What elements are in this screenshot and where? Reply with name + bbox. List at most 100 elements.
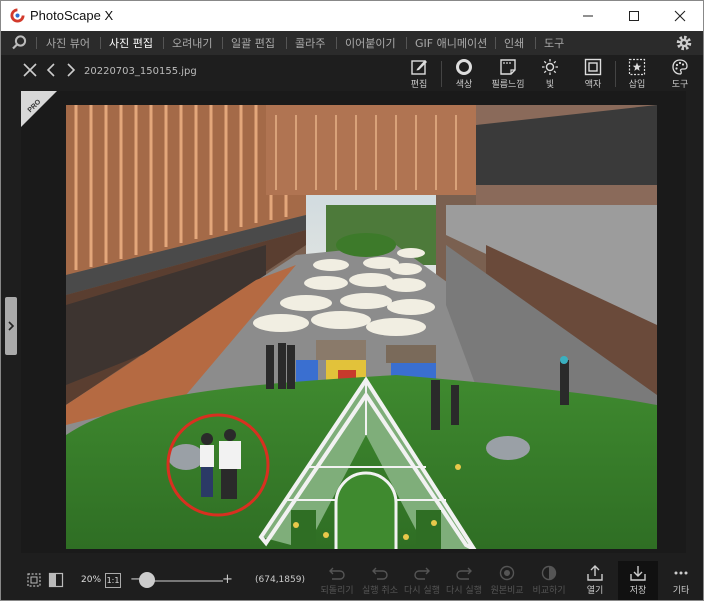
minimize-button[interactable] [565, 1, 611, 31]
menu-photo-editor[interactable]: 사진 편집 [109, 35, 153, 51]
save-label: 저장 [629, 586, 647, 596]
redo-all-icon [456, 567, 472, 580]
zoom-in-button[interactable]: + [222, 572, 233, 587]
tool-film[interactable]: 필름느낌 [488, 57, 528, 91]
circle-icon [456, 59, 472, 75]
tool-light[interactable]: 빛 [530, 57, 570, 91]
chevron-right-icon [8, 321, 15, 331]
tool-label: 편집 [410, 80, 428, 90]
maximize-button[interactable] [611, 1, 657, 31]
download-icon [630, 566, 646, 581]
tool-label: 액자 [584, 80, 602, 90]
undo-button[interactable]: 실행 취소 [360, 565, 400, 596]
actual-size-button[interactable]: 1:1 [105, 573, 121, 588]
compare-original-button[interactable]: 원본비교 [487, 565, 527, 596]
redo-all-button[interactable]: 다시 실행 [444, 565, 484, 596]
toolbar-divider [615, 61, 616, 87]
menu-cut-out[interactable]: 오려내기 [172, 35, 212, 51]
tool-label: 빛 [545, 80, 555, 90]
maximize-icon [629, 11, 639, 21]
frame-icon [584, 58, 602, 76]
film-icon [500, 59, 516, 75]
undo-all-label: 되돌리기 [320, 586, 354, 596]
app-logo-icon [10, 8, 25, 23]
editor-toolbar: 20220703_150155.jpg 편집 색상 필름느낌 빛 액자 삽입 도… [1, 55, 703, 91]
search-icon[interactable] [11, 34, 28, 51]
menu-gif[interactable]: GIF 애니메이션 [415, 35, 487, 51]
menu-divider [222, 37, 223, 49]
file-name: 20220703_150155.jpg [84, 66, 197, 77]
menu-divider [36, 37, 37, 49]
star-frame-icon [628, 58, 646, 76]
pro-badge: PRO [21, 91, 57, 127]
photo-image [66, 105, 657, 549]
menu-combine[interactable]: 이어붙이기 [345, 35, 396, 51]
menu-collage[interactable]: 콜라주 [295, 35, 325, 51]
gear-icon[interactable] [675, 34, 693, 52]
menu-divider [495, 37, 496, 49]
close-button[interactable] [657, 1, 703, 31]
redo-icon [414, 567, 430, 580]
share-icon [587, 565, 603, 581]
side-panel-toggle[interactable] [5, 297, 17, 355]
zoom-slider[interactable] [143, 580, 223, 582]
close-image-icon[interactable] [23, 63, 37, 77]
menu-tools[interactable]: 도구 [544, 35, 564, 51]
cursor-coordinates: (674,1859) [255, 575, 305, 585]
selection-icon[interactable] [26, 572, 42, 588]
tool-label: 삽입 [628, 80, 646, 90]
undo-icon [372, 567, 388, 580]
menu-divider [286, 37, 287, 49]
menu-divider [406, 37, 407, 49]
redo-all-label: 다시 실행 [446, 586, 482, 596]
menu-bar: 사진 뷰어 사진 편집 오려내기 일괄 편집 콜라주 이어붙이기 GIF 애니메… [1, 31, 703, 55]
tool-insert[interactable]: 삽입 [617, 57, 657, 91]
undo-all-button[interactable]: 되돌리기 [317, 565, 357, 596]
open-label: 열기 [586, 586, 604, 596]
tool-edit[interactable]: 편집 [399, 57, 439, 91]
compare-icon [499, 565, 515, 581]
more-button[interactable]: 기타 [661, 565, 701, 596]
menu-print[interactable]: 인쇄 [504, 35, 524, 51]
title-bar: PhotoScape X [1, 1, 703, 31]
redo-label: 다시 실행 [404, 586, 440, 596]
undo-label: 실행 취소 [362, 586, 398, 596]
next-icon[interactable] [66, 63, 76, 77]
app-window: PhotoScape X 사진 뷰어 사진 편집 오려내기 일괄 편집 콜라주 … [0, 0, 704, 601]
open-button[interactable]: 열기 [575, 565, 615, 596]
tool-tools[interactable]: 도구 [660, 57, 700, 91]
app-title: PhotoScape X [30, 8, 114, 23]
menu-divider [535, 37, 536, 49]
zoom-percent: 20% [81, 575, 102, 585]
redo-button[interactable]: 다시 실행 [402, 565, 442, 596]
close-icon [674, 10, 686, 22]
compare-original-label: 원본비교 [490, 586, 524, 596]
previous-icon[interactable] [46, 63, 56, 77]
pro-ribbon-icon: PRO [21, 91, 57, 127]
palette-icon [672, 59, 688, 75]
edit-icon [411, 60, 427, 75]
tool-label: 색상 [455, 80, 473, 90]
undo-all-icon [329, 567, 345, 580]
tool-color[interactable]: 색상 [444, 57, 484, 91]
compare-label: 비교하기 [532, 586, 566, 596]
more-icon [674, 571, 688, 575]
save-button[interactable]: 저장 [618, 565, 658, 596]
menu-batch[interactable]: 일괄 편집 [231, 35, 275, 51]
tool-frame[interactable]: 액자 [573, 57, 613, 91]
compare-button[interactable]: 비교하기 [529, 565, 569, 596]
bottom-bar: 20% 1:1 − + (674,1859) 되돌리기 실행 취소 다시 실행 … [1, 561, 703, 600]
sun-icon [542, 59, 558, 75]
menu-photo-viewer[interactable]: 사진 뷰어 [46, 35, 90, 51]
toolbar-divider [441, 61, 442, 87]
minimize-icon [583, 15, 593, 17]
menu-divider [163, 37, 164, 49]
photo[interactable] [66, 105, 657, 549]
compare-split-icon [541, 565, 557, 581]
menu-divider [100, 37, 101, 49]
zoom-slider-knob[interactable] [139, 572, 155, 588]
menu-divider [336, 37, 337, 49]
more-label: 기타 [672, 586, 690, 596]
view-toggle-icon[interactable] [48, 572, 64, 588]
tool-label: 도구 [671, 80, 689, 90]
